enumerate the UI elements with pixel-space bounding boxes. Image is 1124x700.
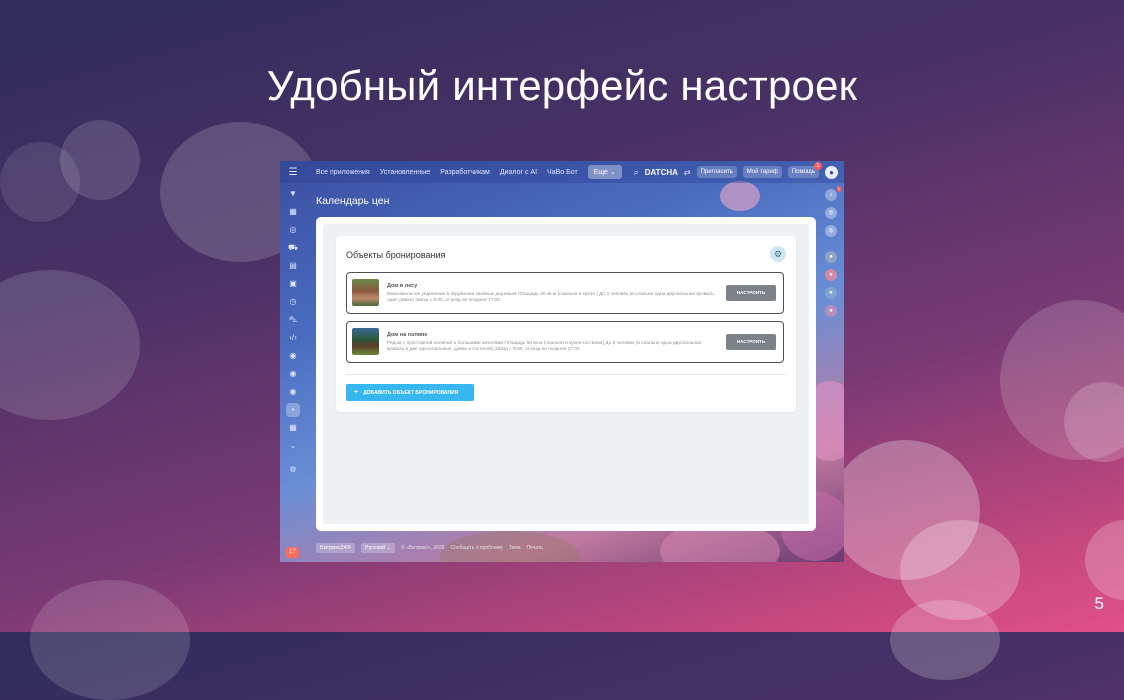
contact-avatar-icon[interactable]: ● (825, 287, 837, 299)
search-icon[interactable]: ⌕ (634, 167, 639, 178)
circle-icon[interactable]: ◉ (286, 385, 300, 399)
clock-icon[interactable]: ◷ (286, 295, 300, 309)
left-sidebar: ▼ ▦ ◎ ⛟ ▤ ▣ ◷ ⛍ ‹/› ◉ ◉ ◉ ▪ ▦ ⌄ ⚙ 17 (280, 183, 306, 562)
decor-bubble (30, 580, 190, 700)
house-thumbnail (352, 279, 379, 306)
footer-copyright: © «Битрикс», 2025 (401, 545, 445, 551)
help-button[interactable]: Помощь 5 (787, 162, 822, 178)
booking-card: Объекты бронирования ⚙ Дом в лесу Максим… (336, 236, 796, 412)
code-icon[interactable]: ‹/› (286, 331, 300, 345)
plus-icon: + (354, 389, 359, 396)
decor-bubble (890, 600, 1000, 680)
decor-bubble (0, 142, 80, 222)
booking-item-description: Рядом с просторной поляной и большими ка… (387, 341, 702, 353)
top-bar: ☰ Все приложения Установленные Разработч… (280, 161, 844, 183)
page-title: Календарь цен (316, 195, 390, 207)
nav-all-apps[interactable]: Все приложения (316, 169, 370, 176)
swap-icon[interactable]: ⇄ (684, 168, 691, 177)
contact-avatar-icon[interactable]: ● (825, 251, 837, 263)
footer-link-print[interactable]: Печать (527, 545, 543, 551)
contact-avatar-icon[interactable]: ● (825, 305, 837, 317)
top-right-actions: ⌕ DATCHA ⇄ Пригласить Мой тариф Помощь 5 … (634, 161, 838, 183)
gear-circle-icon[interactable]: ◎ (825, 225, 837, 237)
house-thumbnail (352, 328, 379, 355)
nav-faq-bot[interactable]: ЧаВо Бот (547, 169, 578, 176)
contact-avatar-icon[interactable]: ● (825, 269, 837, 281)
footer: Битрикс24® Русский ⌄ © «Битрикс», 2025 С… (316, 543, 543, 553)
search-circle-icon[interactable]: ◎ (825, 207, 837, 219)
booking-item[interactable]: Дом на поляне Рядом с просторной поляной… (346, 321, 784, 363)
divider (346, 374, 786, 375)
slide-title: Удобный интерфейс настроек (266, 62, 858, 109)
language-select[interactable]: Русский ⌄ (360, 543, 396, 553)
notifications-badge: 1 (836, 186, 841, 192)
user-avatar-icon[interactable]: ● (825, 165, 838, 179)
bell-icon[interactable]: ♪ 1 (825, 186, 841, 201)
footer-link-theme[interactable]: Тема (509, 545, 521, 551)
configure-button[interactable]: НАСТРОИТЬ (726, 285, 776, 301)
nav-more-button[interactable]: Еще ⌄ (587, 165, 622, 179)
circle-icon[interactable]: ◉ (286, 367, 300, 381)
add-booking-label: ДОБАВИТЬ ОБЪЕКТ БРОНИРОВАНИЯ (363, 390, 459, 396)
footer-link-report[interactable]: Сообщить о проблеме (451, 545, 503, 551)
settings-gear-button[interactable]: ⚙ (770, 246, 786, 262)
booking-item-name: Дом в лесу (387, 283, 418, 289)
nav-installed[interactable]: Установленные (380, 169, 430, 176)
filter-icon[interactable]: ▼ (286, 187, 300, 201)
calendar-icon[interactable]: ▦ (286, 205, 300, 219)
car-icon[interactable]: ⛍ (286, 313, 300, 327)
inbox-icon[interactable]: ▤ (286, 259, 300, 273)
nav-developers[interactable]: Разработчикам (440, 169, 490, 176)
app-icon-active[interactable]: ▪ (286, 403, 300, 417)
archive-icon[interactable]: ▣ (286, 277, 300, 291)
decor-bubble (1085, 520, 1124, 600)
main-panel: Объекты бронирования ⚙ Дом в лесу Максим… (316, 217, 816, 531)
page-number: 5 (1094, 594, 1104, 613)
app-screenshot: ☰ Все приложения Установленные Разработч… (280, 161, 844, 562)
help-label: Помощь (791, 169, 815, 175)
menu-icon[interactable]: ☰ (280, 167, 306, 178)
chevron-down-icon[interactable]: ⌄ (286, 439, 300, 453)
tariff-button[interactable]: Мой тариф (742, 166, 782, 178)
panel-content: Объекты бронирования ⚙ Дом в лесу Максим… (323, 224, 809, 524)
booking-item-name: Дом на поляне (387, 332, 428, 338)
nav-ai-dialog[interactable]: Диалог с AI (500, 169, 537, 176)
booking-item-description: Максимальное уединение в окружении хвойн… (387, 292, 715, 304)
invite-button[interactable]: Пригласить (696, 166, 737, 178)
target-icon[interactable]: ◎ (286, 223, 300, 237)
footer-brand[interactable]: Битрикс24® (316, 543, 355, 553)
cart-icon[interactable]: ⛟ (286, 241, 300, 255)
add-booking-object-button[interactable]: + ДОБАВИТЬ ОБЪЕКТ БРОНИРОВАНИЯ (346, 384, 474, 401)
portal-brand[interactable]: DATCHA (645, 168, 678, 177)
circle-icon[interactable]: ◉ (286, 349, 300, 363)
gear-icon[interactable]: ⚙ (286, 463, 300, 477)
booking-card-title: Объекты бронирования (346, 250, 446, 260)
grid-icon[interactable]: ▦ (286, 421, 300, 435)
decor-bubble (0, 270, 140, 420)
decor-flower (720, 181, 760, 211)
right-sidebar: ♪ 1 ◎ ◎ ● ● ● ● (818, 183, 844, 562)
help-badge: 5 (814, 162, 822, 170)
left-badge[interactable]: 17 (286, 547, 299, 558)
configure-button[interactable]: НАСТРОИТЬ (726, 334, 776, 350)
booking-item[interactable]: Дом в лесу Максимальное уединение в окру… (346, 272, 784, 314)
top-nav: Все приложения Установленные Разработчик… (316, 165, 622, 179)
